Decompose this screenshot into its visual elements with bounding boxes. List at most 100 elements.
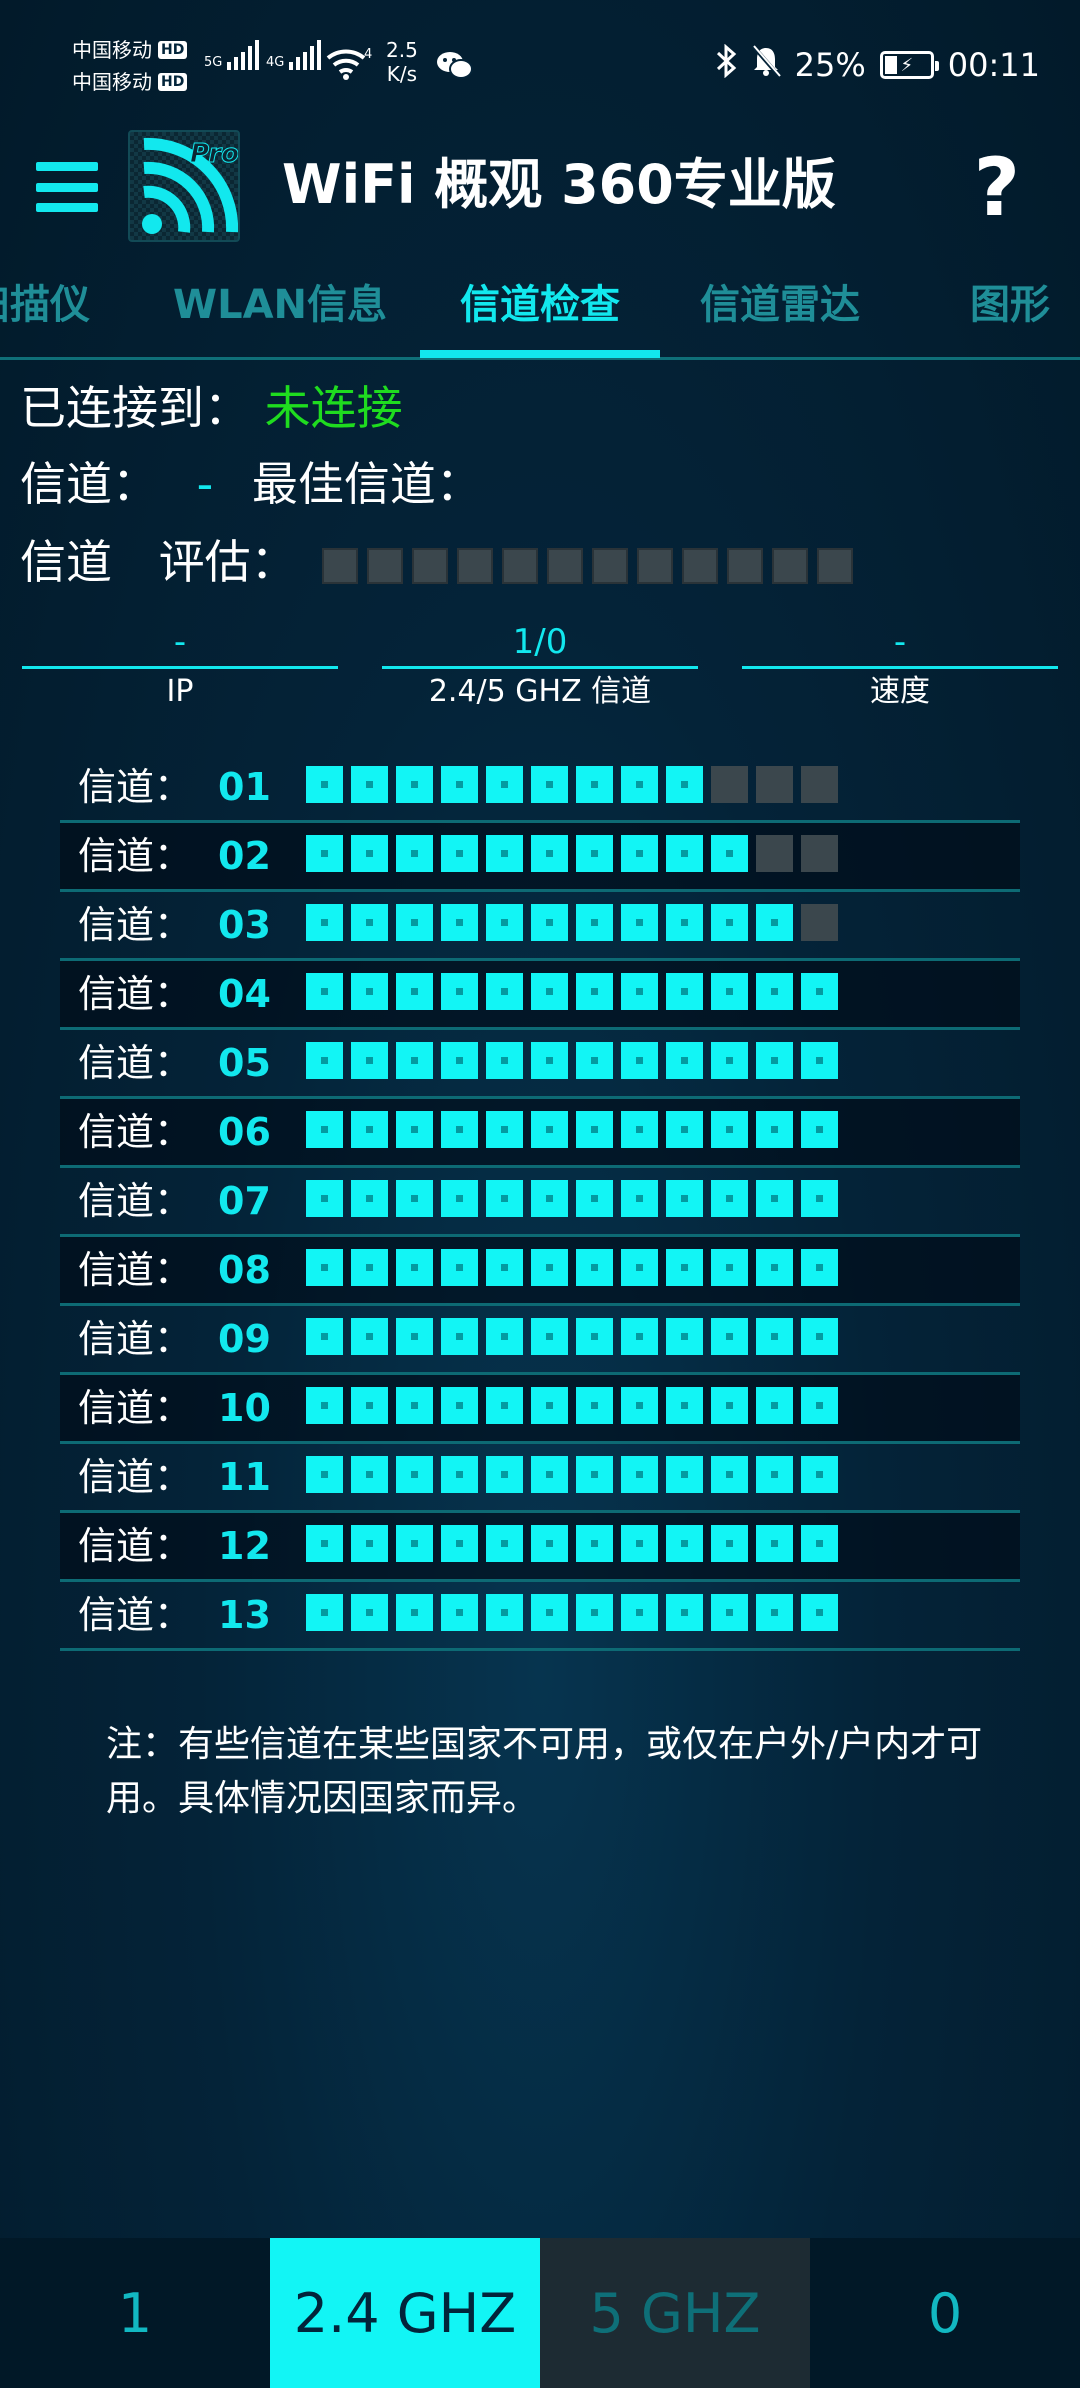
quality-cell-off: [756, 835, 793, 872]
quality-cell-on: [531, 1594, 568, 1631]
tab-wlan-info[interactable]: WLAN信息: [170, 280, 390, 338]
connected-label: 已连接到：: [20, 381, 250, 435]
quality-cell-on: [801, 1318, 838, 1355]
quality-cell-on: [576, 766, 613, 803]
channel-row-label: 信道：: [78, 1524, 193, 1568]
quality-cell-on: [441, 1387, 478, 1424]
quality-cell-on: [396, 1042, 433, 1079]
band-count-right[interactable]: 0: [810, 2238, 1080, 2388]
quality-cell-on: [486, 1249, 523, 1286]
channel-list: 信道： 01 信道： 02 信道： 03 信道： 04 信道： 05 信道： 06 信道： 07 信道： 08…: [60, 754, 1020, 1651]
quality-cell-on: [711, 1318, 748, 1355]
quality-cell-on: [486, 904, 523, 941]
quality-cell-on: [306, 1456, 343, 1493]
channel-number: 07: [218, 1179, 271, 1223]
channel-quality-meter: [306, 1594, 838, 1631]
quality-cell-on: [531, 1111, 568, 1148]
quality-cell-on: [756, 1042, 793, 1079]
channel-rating-meter: [322, 548, 853, 584]
carrier-info: 中国移动 HD 中国移动 HD: [72, 34, 188, 98]
channel-quality-meter: [306, 1318, 838, 1355]
quality-cell-on: [396, 1525, 433, 1562]
channels-value: 1/0: [512, 622, 568, 662]
channel-row-label: 信道：: [78, 1110, 193, 1154]
quality-cell-on: [576, 1111, 613, 1148]
channel-quality-meter: [306, 1111, 838, 1148]
quality-cell-on: [711, 973, 748, 1010]
quality-cell-on: [396, 973, 433, 1010]
status-bar: 中国移动 HD 中国移动 HD 5G 4G 4 2.5 K/s 25% ⚡ 00…: [0, 0, 1080, 120]
band-count-left[interactable]: 1: [0, 2238, 270, 2388]
tab-graph[interactable]: 图形: [940, 280, 1080, 338]
channel-row: 信道： 11: [60, 1444, 1020, 1513]
quality-cell-on: [576, 1525, 613, 1562]
channel-row-label: 信道：: [78, 1248, 193, 1292]
band-5ghz-button[interactable]: 5 GHZ: [540, 2238, 810, 2388]
hd-badge-1: HD: [158, 41, 188, 59]
quality-cell-on: [666, 1042, 703, 1079]
band-2-4ghz-button[interactable]: 2.4 GHZ: [270, 2238, 540, 2388]
channel-row: 信道： 05: [60, 1030, 1020, 1099]
rating-cell: [367, 548, 403, 584]
rating-cell: [682, 548, 718, 584]
quality-cell-on: [801, 973, 838, 1010]
quality-cell-on: [441, 973, 478, 1010]
quality-cell-on: [486, 1111, 523, 1148]
quality-cell-on: [666, 973, 703, 1010]
quality-cell-on: [396, 766, 433, 803]
channel-number: 01: [218, 765, 271, 809]
quality-cell-on: [306, 1387, 343, 1424]
quality-cell-on: [621, 1042, 658, 1079]
quality-cell-on: [576, 1387, 613, 1424]
quality-cell-on: [351, 904, 388, 941]
channel-row-label: 信道：: [78, 1317, 193, 1361]
quality-cell-on: [306, 904, 343, 941]
quality-cell-on: [666, 1111, 703, 1148]
quality-cell-on: [486, 973, 523, 1010]
quality-cell-on: [756, 1456, 793, 1493]
channel-number: 04: [218, 972, 271, 1016]
quality-cell-on: [576, 1249, 613, 1286]
quality-cell-on: [621, 1387, 658, 1424]
quality-cell-on: [396, 904, 433, 941]
help-button[interactable]: ?: [974, 138, 1020, 238]
rating-cell: [592, 548, 628, 584]
quality-cell-on: [396, 1111, 433, 1148]
channel-number: 10: [218, 1386, 271, 1430]
quality-cell-on: [756, 1180, 793, 1217]
quality-cell-on: [621, 1318, 658, 1355]
tab-scanner[interactable]: 扫描仪: [0, 280, 120, 338]
quality-cell-on: [441, 1456, 478, 1493]
quality-cell-on: [531, 1249, 568, 1286]
quality-cell-on: [351, 1249, 388, 1286]
channel-row-label: 信道：: [78, 1386, 193, 1430]
quality-cell-on: [666, 1456, 703, 1493]
quality-cell-on: [621, 766, 658, 803]
quality-cell-on: [396, 1180, 433, 1217]
quality-cell-on: [306, 1111, 343, 1148]
menu-icon[interactable]: [36, 162, 98, 212]
tab-channel-radar[interactable]: 信道雷达: [680, 280, 880, 338]
quality-cell-on: [351, 1387, 388, 1424]
rating-cell: [772, 548, 808, 584]
quality-cell-on: [306, 835, 343, 872]
stat-ip: - IP: [22, 620, 338, 715]
quality-cell-on: [576, 835, 613, 872]
quality-cell-on: [576, 973, 613, 1010]
stat-channels: 1/0 2.4/5 GHZ 信道: [382, 620, 698, 715]
quality-cell-on: [396, 1594, 433, 1631]
tab-channel-check[interactable]: 信道检查: [420, 280, 660, 338]
quality-cell-on: [621, 1111, 658, 1148]
carrier-1: 中国移动: [72, 38, 152, 62]
connection-line: 已连接到： 未连接: [20, 378, 403, 438]
channel-row: 信道： 07: [60, 1168, 1020, 1237]
app-title: WiFi 概观 360专业版: [282, 153, 836, 216]
bell-off-icon: [751, 44, 781, 86]
quality-cell-on: [711, 1249, 748, 1286]
quality-cell-on: [351, 1042, 388, 1079]
quality-cell-on: [801, 1249, 838, 1286]
quality-cell-on: [306, 973, 343, 1010]
wechat-icon: [436, 50, 474, 84]
quality-cell-on: [531, 973, 568, 1010]
quality-cell-on: [576, 1180, 613, 1217]
